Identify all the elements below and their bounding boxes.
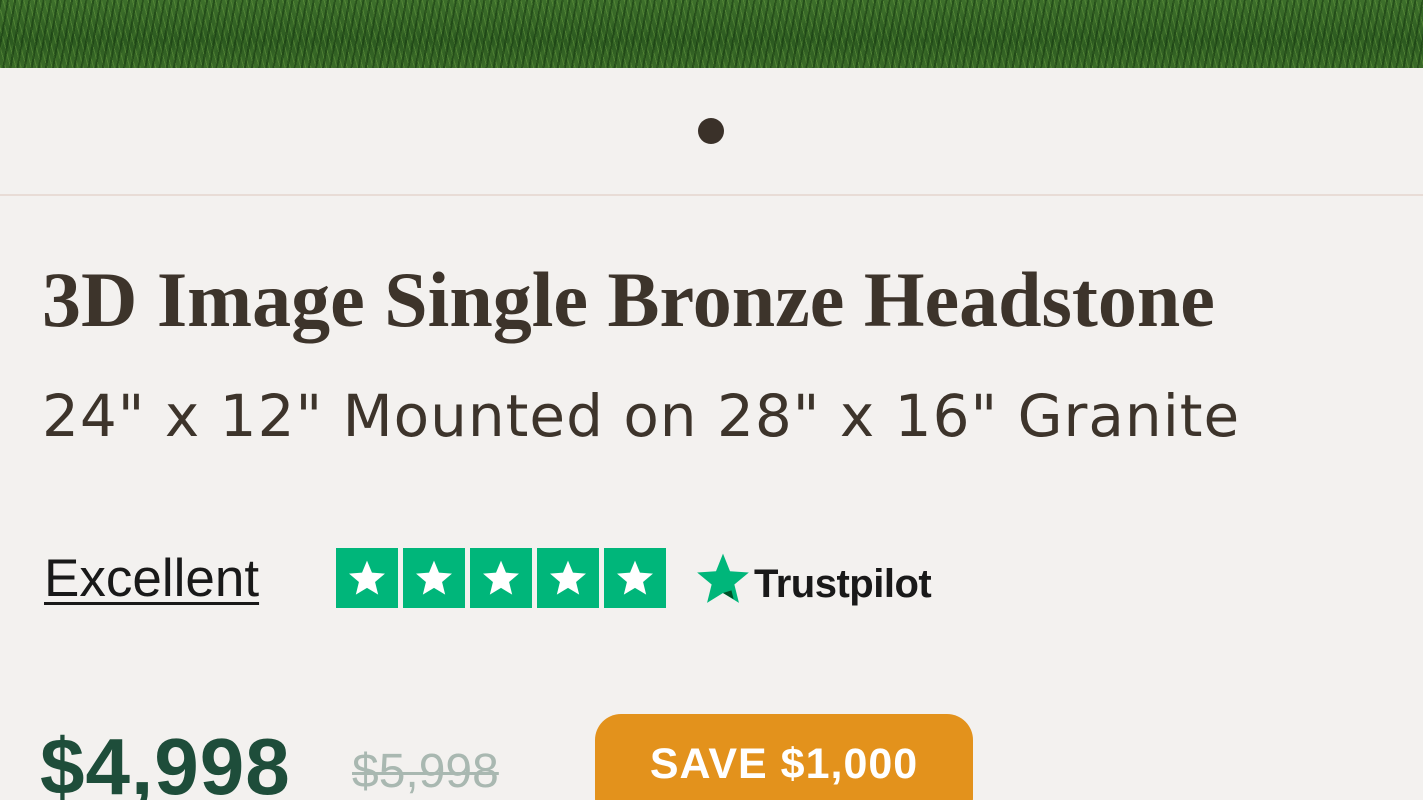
product-title: 3D Image Single Bronze Headstone bbox=[42, 256, 1215, 343]
star-icon bbox=[604, 548, 666, 608]
star-icon bbox=[470, 548, 532, 608]
star-icon bbox=[403, 548, 465, 608]
trustpilot-rating[interactable]: Excellent Trustpilot bbox=[44, 545, 944, 611]
original-price: $5,998 bbox=[352, 745, 499, 798]
rating-stars bbox=[336, 548, 666, 608]
carousel-dot-active[interactable] bbox=[698, 118, 724, 144]
image-carousel-pagination bbox=[0, 68, 1423, 196]
star-icon bbox=[336, 548, 398, 608]
trustpilot-star-icon bbox=[694, 550, 752, 608]
rating-label[interactable]: Excellent bbox=[44, 549, 259, 609]
trustpilot-logo[interactable]: Trustpilot bbox=[694, 550, 932, 608]
price-row: $4,998 $5,998 SAVE $1,000 bbox=[40, 712, 1040, 800]
star-icon bbox=[537, 548, 599, 608]
trustpilot-wordmark: Trustpilot bbox=[754, 561, 932, 606]
product-image-grass[interactable] bbox=[0, 0, 1423, 68]
current-price: $4,998 bbox=[40, 722, 291, 800]
savings-badge: SAVE $1,000 bbox=[595, 714, 973, 800]
product-subtitle: 24" x 12" Mounted on 28" x 16" Granite bbox=[42, 382, 1241, 450]
product-page: 3D Image Single Bronze Headstone 24" x 1… bbox=[0, 0, 1423, 800]
